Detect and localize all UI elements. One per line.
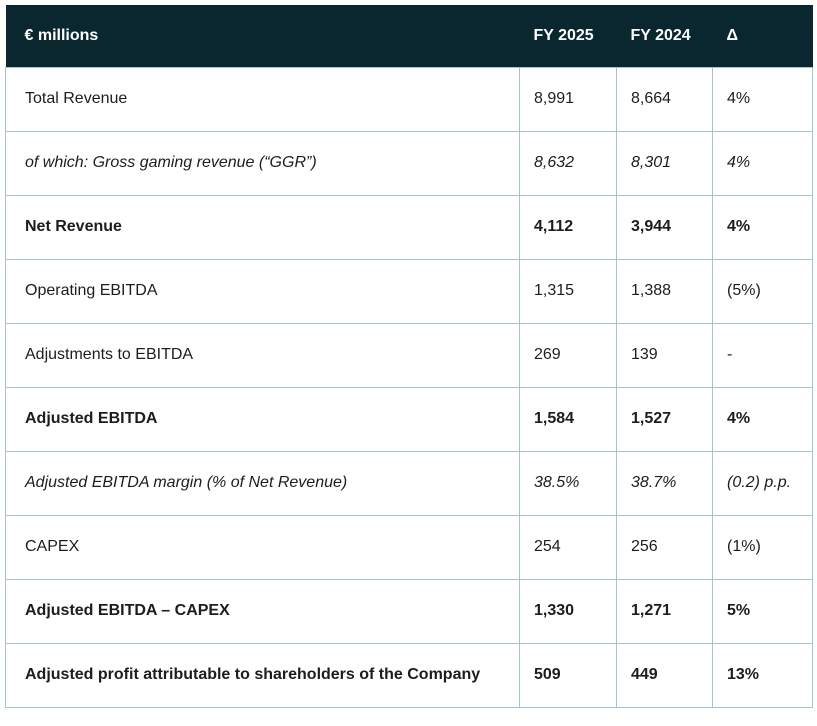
row-label: Operating EBITDA	[6, 259, 520, 323]
cell-delta: 4%	[713, 387, 813, 451]
header-metric-column: € millions	[6, 5, 520, 67]
cell-fy2025: 38.5%	[520, 451, 617, 515]
cell-fy2025: 509	[520, 643, 617, 707]
cell-fy2025: 269	[520, 323, 617, 387]
table-row: Adjusted EBITDA1,5841,5274%	[6, 387, 813, 451]
table-row: Net Revenue4,1123,9444%	[6, 195, 813, 259]
table-row: Adjusted EBITDA margin (% of Net Revenue…	[6, 451, 813, 515]
header-fy2025-column: FY 2025	[520, 5, 617, 67]
row-label: Total Revenue	[6, 67, 520, 131]
cell-fy2024: 38.7%	[617, 451, 713, 515]
table-row: CAPEX254256(1%)	[6, 515, 813, 579]
cell-fy2024: 1,388	[617, 259, 713, 323]
cell-fy2025: 8,991	[520, 67, 617, 131]
cell-fy2024: 8,664	[617, 67, 713, 131]
financial-summary-page: € millions FY 2025 FY 2024 Δ Total Reven…	[0, 0, 817, 726]
table-row: Total Revenue8,9918,6644%	[6, 67, 813, 131]
table-row: Adjustments to EBITDA269139-	[6, 323, 813, 387]
cell-fy2024: 449	[617, 643, 713, 707]
cell-fy2024: 3,944	[617, 195, 713, 259]
header-delta-column: Δ	[713, 5, 813, 67]
cell-fy2024: 256	[617, 515, 713, 579]
row-label: Adjusted EBITDA – CAPEX	[6, 579, 520, 643]
cell-fy2025: 1,315	[520, 259, 617, 323]
cell-fy2024: 139	[617, 323, 713, 387]
cell-delta: 5%	[713, 579, 813, 643]
cell-delta: (1%)	[713, 515, 813, 579]
table-body: Total Revenue8,9918,6644%of which: Gross…	[6, 67, 813, 707]
financial-results-table: € millions FY 2025 FY 2024 Δ Total Reven…	[5, 5, 813, 708]
cell-fy2025: 4,112	[520, 195, 617, 259]
row-label: Net Revenue	[6, 195, 520, 259]
header-fy2024-column: FY 2024	[617, 5, 713, 67]
cell-delta: 4%	[713, 131, 813, 195]
row-label: of which: Gross gaming revenue (“GGR”)	[6, 131, 520, 195]
cell-fy2024: 1,271	[617, 579, 713, 643]
cell-fy2024: 8,301	[617, 131, 713, 195]
cell-delta: 4%	[713, 195, 813, 259]
table-row: Adjusted profit attributable to sharehol…	[6, 643, 813, 707]
cell-fy2025: 1,584	[520, 387, 617, 451]
table-header-row: € millions FY 2025 FY 2024 Δ	[6, 5, 813, 67]
cell-fy2024: 1,527	[617, 387, 713, 451]
row-label: CAPEX	[6, 515, 520, 579]
row-label: Adjusted EBITDA	[6, 387, 520, 451]
table-row: of which: Gross gaming revenue (“GGR”)8,…	[6, 131, 813, 195]
cell-delta: 13%	[713, 643, 813, 707]
cell-fy2025: 8,632	[520, 131, 617, 195]
table-row: Adjusted EBITDA – CAPEX1,3301,2715%	[6, 579, 813, 643]
cell-delta: (0.2) p.p.	[713, 451, 813, 515]
row-label: Adjusted profit attributable to sharehol…	[6, 643, 520, 707]
cell-delta: -	[713, 323, 813, 387]
cell-fy2025: 254	[520, 515, 617, 579]
cell-delta: (5%)	[713, 259, 813, 323]
row-label: Adjustments to EBITDA	[6, 323, 520, 387]
row-label: Adjusted EBITDA margin (% of Net Revenue…	[6, 451, 520, 515]
cell-fy2025: 1,330	[520, 579, 617, 643]
table-row: Operating EBITDA1,3151,388(5%)	[6, 259, 813, 323]
cell-delta: 4%	[713, 67, 813, 131]
table-header: € millions FY 2025 FY 2024 Δ	[6, 5, 813, 67]
